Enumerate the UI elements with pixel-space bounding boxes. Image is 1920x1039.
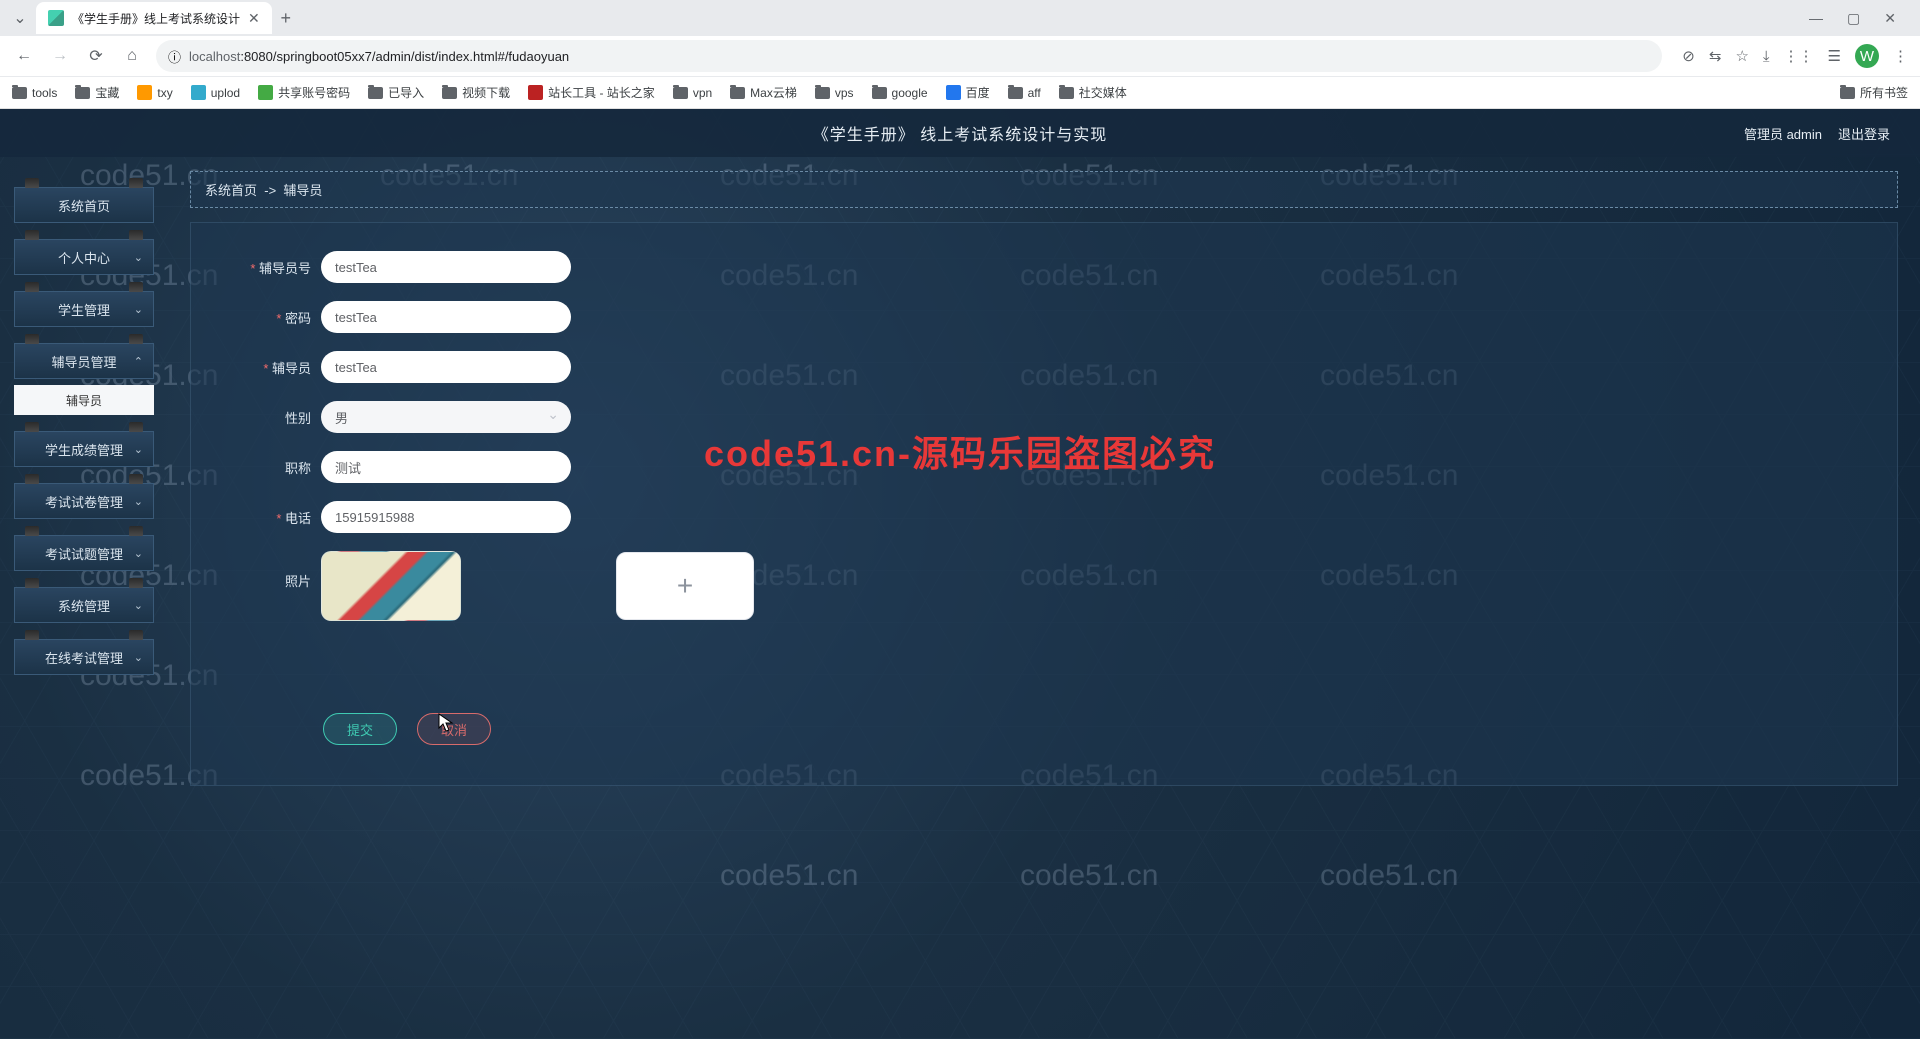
reading-list-icon[interactable]: ☰ — [1828, 47, 1841, 65]
extensions-icon[interactable]: ⋮⋮ — [1784, 47, 1814, 65]
close-window-button[interactable]: ✕ — [1884, 10, 1896, 27]
bookmark-item[interactable]: 社交媒体 — [1059, 84, 1127, 101]
window-controls: — ▢ ✕ — [1809, 10, 1912, 27]
input-name[interactable] — [321, 351, 571, 383]
label-id: 辅导员号 — [231, 258, 321, 277]
sidebar-item-system[interactable]: 系统管理⌄ — [14, 587, 154, 623]
sidebar-item-questions[interactable]: 考试试题管理⌄ — [14, 535, 154, 571]
plus-icon: + — [677, 570, 693, 602]
address-bar: ← → ⟳ ⌂ ⓘ localhost:8080/springboot05xx7… — [0, 36, 1920, 76]
chevron-down-icon: ⌄ — [134, 495, 143, 508]
upload-button[interactable]: + — [616, 552, 754, 620]
cancel-button[interactable]: 取消 — [417, 713, 491, 745]
sidebar-item-online-exam[interactable]: 在线考试管理⌄ — [14, 639, 154, 675]
bookmark-item[interactable]: txy — [137, 85, 172, 100]
select-gender[interactable] — [321, 401, 571, 433]
label-password: 密码 — [231, 308, 321, 327]
app-root: code51.cn code51.cn code51.cn code51.cn … — [0, 109, 1920, 1039]
bookmark-item[interactable]: aff — [1008, 86, 1041, 100]
input-password[interactable] — [321, 301, 571, 333]
all-bookmarks[interactable]: 所有书签 — [1840, 84, 1908, 101]
sidebar: 系统首页 个人中心⌄ 学生管理⌄ 辅导员管理⌃ 辅导员 学生成绩管理⌄ 考试试卷… — [0, 157, 168, 1039]
chevron-down-icon: ⌄ — [134, 251, 143, 264]
download-icon[interactable]: ⤓ — [1763, 48, 1770, 65]
bookmark-item[interactable]: 站长工具 - 站长之家 — [528, 84, 655, 101]
browser-chrome: ⌄ 《学生手册》线上考试系统设计 ✕ + — ▢ ✕ ← → ⟳ ⌂ ⓘ loc… — [0, 0, 1920, 109]
home-button[interactable]: ⌂ — [120, 47, 144, 65]
form-panel: 辅导员号 密码 辅导员 性别 职称 — [190, 222, 1898, 786]
input-title[interactable] — [321, 451, 571, 483]
sidebar-item-papers[interactable]: 考试试卷管理⌄ — [14, 483, 154, 519]
chevron-down-icon: ⌄ — [134, 599, 143, 612]
chevron-down-icon: ⌄ — [134, 303, 143, 316]
label-name: 辅导员 — [231, 358, 321, 377]
tab-bar: ⌄ 《学生手册》线上考试系统设计 ✕ + — ▢ ✕ — [0, 0, 1920, 36]
breadcrumb-root[interactable]: 系统首页 — [205, 183, 257, 198]
chevron-down-icon: ⌄ — [134, 443, 143, 456]
submit-button[interactable]: 提交 — [323, 713, 397, 745]
browser-tab[interactable]: 《学生手册》线上考试系统设计 ✕ — [36, 2, 272, 34]
app-header: 《学生手册》 线上考试系统设计与实现 管理员 admin 退出登录 — [0, 109, 1920, 157]
bookmark-item[interactable]: tools — [12, 86, 57, 100]
bookmark-item[interactable]: 视频下载 — [442, 84, 510, 101]
close-tab-icon[interactable]: ✕ — [248, 10, 260, 27]
translate-icon[interactable]: ⇆ — [1709, 47, 1722, 65]
bookmarks-bar: tools 宝藏 txy uplod 共享账号密码 已导入 视频下载 站长工具 … — [0, 76, 1920, 108]
label-photo: 照片 — [231, 551, 321, 590]
tab-list-dropdown[interactable]: ⌄ — [8, 8, 32, 28]
bookmark-item[interactable]: 已导入 — [368, 84, 424, 101]
new-tab-button[interactable]: + — [272, 8, 300, 29]
bookmark-item[interactable]: uplod — [191, 85, 240, 100]
sidebar-item-counselor[interactable]: 辅导员管理⌃ — [14, 343, 154, 379]
user-label[interactable]: 管理员 admin — [1744, 124, 1822, 143]
bookmark-item[interactable]: 共享账号密码 — [258, 84, 350, 101]
bookmark-item[interactable]: google — [872, 86, 928, 100]
reload-button[interactable]: ⟳ — [84, 46, 108, 66]
url-input[interactable]: ⓘ localhost:8080/springboot05xx7/admin/d… — [156, 40, 1662, 72]
input-id[interactable] — [321, 251, 571, 283]
label-phone: 电话 — [231, 508, 321, 527]
maximize-button[interactable]: ▢ — [1847, 10, 1860, 27]
forward-button[interactable]: → — [48, 47, 72, 65]
bookmark-item[interactable]: Max云梯 — [730, 84, 797, 101]
minimize-button[interactable]: — — [1809, 10, 1823, 27]
sidebar-subitem-counselor[interactable]: 辅导员 — [14, 385, 154, 415]
breadcrumb: 系统首页 -> 辅导员 — [190, 171, 1898, 208]
site-info-icon[interactable]: ⓘ — [168, 47, 181, 66]
sidebar-item-personal[interactable]: 个人中心⌄ — [14, 239, 154, 275]
photo-thumbnail[interactable] — [321, 551, 461, 621]
chevron-down-icon: ⌄ — [134, 547, 143, 560]
label-title: 职称 — [231, 458, 321, 477]
tab-title: 《学生手册》线上考试系统设计 — [72, 10, 240, 27]
main-content: 系统首页 -> 辅导员 辅导员号 密码 辅导员 性别 — [168, 157, 1920, 1039]
app-title: 《学生手册》 线上考试系统设计与实现 — [813, 121, 1107, 145]
bookmark-item[interactable]: vpn — [673, 86, 712, 100]
browser-menu-icon[interactable]: ⋮ — [1893, 47, 1908, 65]
sidebar-item-student[interactable]: 学生管理⌄ — [14, 291, 154, 327]
chevron-up-icon: ⌃ — [134, 355, 143, 368]
profile-avatar[interactable]: W — [1855, 44, 1879, 68]
bookmark-item[interactable]: vps — [815, 86, 854, 100]
input-phone[interactable] — [321, 501, 571, 533]
sidebar-item-grades[interactable]: 学生成绩管理⌄ — [14, 431, 154, 467]
back-button[interactable]: ← — [12, 47, 36, 65]
bookmark-item[interactable]: 百度 — [946, 84, 990, 101]
bookmark-item[interactable]: 宝藏 — [75, 84, 119, 101]
password-icon[interactable]: ⊘ — [1682, 47, 1695, 65]
logout-link[interactable]: 退出登录 — [1838, 124, 1890, 143]
label-gender: 性别 — [231, 408, 321, 427]
chevron-down-icon: ⌄ — [134, 651, 143, 664]
favicon-icon — [48, 10, 64, 26]
bookmark-icon[interactable]: ☆ — [1735, 47, 1748, 65]
breadcrumb-current: 辅导员 — [283, 183, 322, 198]
sidebar-item-home[interactable]: 系统首页 — [14, 187, 154, 223]
